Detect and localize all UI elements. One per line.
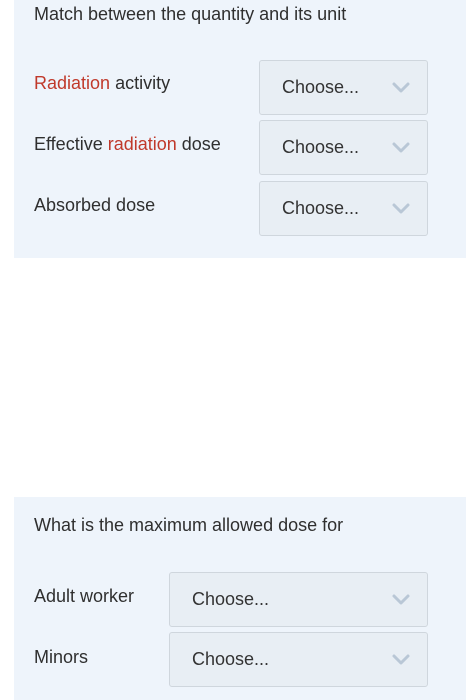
label-prefix: Effective [34, 134, 108, 154]
blank-area [14, 258, 466, 497]
section2-heading: What is the maximum allowed dose for [34, 515, 344, 535]
chevron-down-icon [391, 591, 411, 609]
dropdown-value: Choose... [192, 589, 270, 609]
row-label-radiation-activity: Radiation activity [34, 73, 170, 94]
label-suffix: activity [110, 73, 171, 93]
label-suffix: dose [176, 134, 221, 154]
dropdown-radiation-activity[interactable]: Choose... [259, 60, 428, 115]
label-accent: Radiation [34, 73, 111, 93]
dropdown-value: Choose... [282, 137, 360, 157]
dropdown-minors[interactable]: Choose... [169, 632, 428, 687]
section1-heading: Match between the quantity and its unit [34, 4, 347, 24]
label-accent: radiation [107, 134, 177, 154]
row-label-absorbed-dose: Absorbed dose [34, 195, 156, 215]
dropdown-effective-radiation-dose[interactable]: Choose... [259, 120, 428, 175]
chevron-down-icon [391, 139, 411, 157]
dropdown-value: Choose... [282, 77, 360, 97]
dropdown-adult-worker[interactable]: Choose... [169, 572, 428, 627]
chevron-down-icon [391, 651, 411, 669]
dropdown-absorbed-dose[interactable]: Choose... [259, 181, 428, 236]
chevron-down-icon [391, 79, 411, 97]
chevron-down-icon [391, 200, 411, 218]
row-label-effective-radiation-dose: Effective radiation dose [34, 134, 221, 155]
row-label-adult-worker: Adult worker [34, 586, 135, 606]
dropdown-value: Choose... [282, 198, 360, 218]
dropdown-value: Choose... [192, 649, 270, 669]
row-label-minors: Minors [34, 647, 89, 667]
